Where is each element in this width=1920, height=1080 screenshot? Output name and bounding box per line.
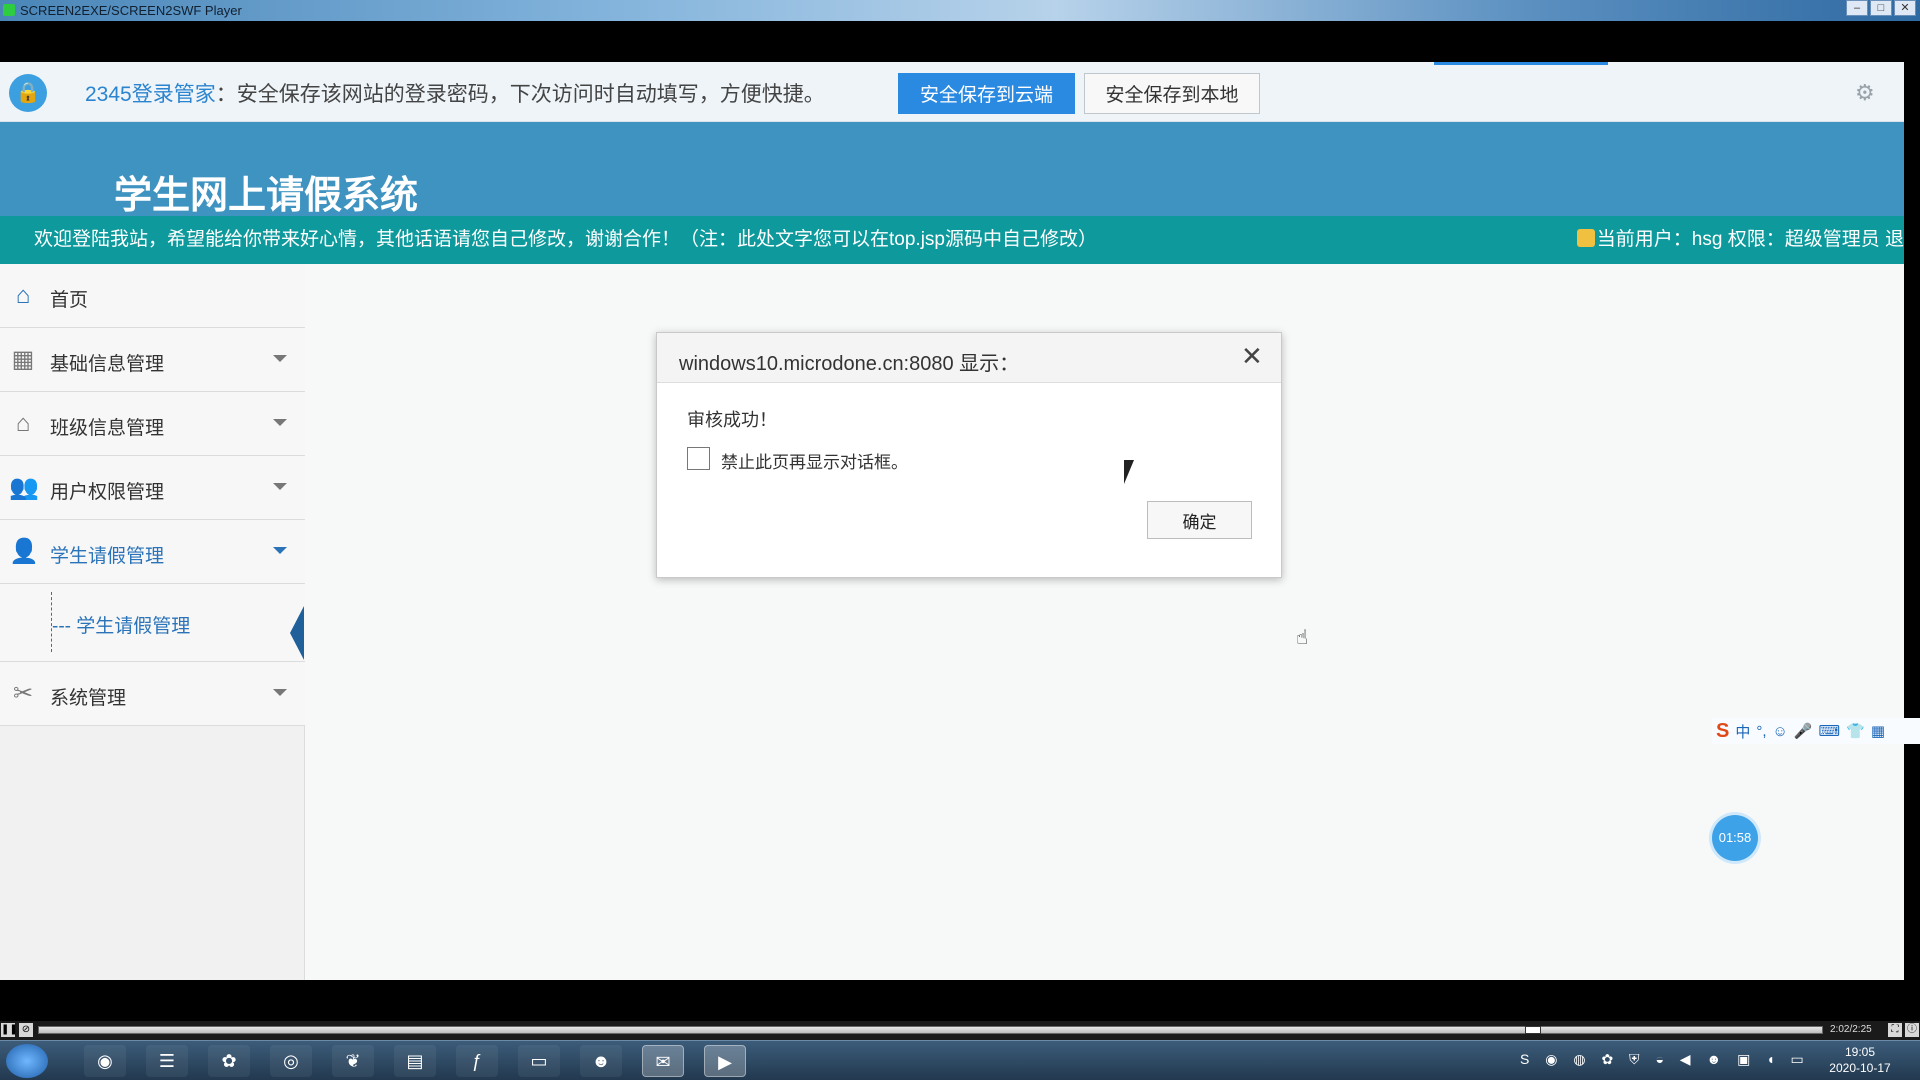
- user-info: 当前用户：hsg 权限：超级管理员 退: [1576, 216, 1904, 264]
- active-marker: [290, 606, 304, 660]
- system-tray[interactable]: S ◉ ◍ ✿ ⛨ ◒ ◀ ☻ ▣ ◖ ▭: [1520, 1051, 1810, 1068]
- hand-pointer-icon: ☝: [1296, 627, 1309, 649]
- player-controls: ❚❚ ⊘ 2:02/2:25 ⛶ ⓘ: [0, 1021, 1920, 1040]
- clock-time: 19:05: [1844, 1045, 1876, 1059]
- sidebar-item-label: 班级信息管理: [50, 418, 165, 439]
- playback-time: 2:02/2:25: [1830, 1024, 1872, 1035]
- sidebar-item-label: 系统管理: [50, 688, 127, 709]
- ime-toolbar[interactable]: S 中 °, ☺ 🎤 ⌨ 👕 ▦: [1712, 718, 1920, 744]
- submenu-item-label: --- 学生请假管理: [52, 616, 191, 637]
- chevron-down-icon: [273, 483, 287, 490]
- user-icon: 👤: [9, 538, 39, 565]
- sidebar: ⌂ 首页 ▦ 基础信息管理 ⌂ 班级信息管理 👥 用户权限管理 👤 学生请假管理: [0, 264, 305, 980]
- ime-mode[interactable]: 中: [1735, 721, 1750, 742]
- alert-dialog: windows10.microdone.cn:8080 显示： ✕ 审核成功！ …: [656, 332, 1282, 578]
- tools-icon: ✂: [12, 680, 34, 707]
- taskbar: ◉ ☰ ✿ ◎ ❦ ▤ ƒ ▭ ☻ ✉ ▶ S ◉ ◍ ✿ ⛨ ◒ ◀ ☻ ▣ …: [0, 1040, 1920, 1080]
- wechat-icon[interactable]: ✉: [642, 1045, 684, 1077]
- close-icon[interactable]: ✕: [1241, 343, 1263, 369]
- recording-timer[interactable]: 01:58: [1712, 815, 1758, 861]
- lock-icon: 🔒: [9, 74, 47, 112]
- close-button[interactable]: ✕: [1894, 0, 1916, 16]
- skin-icon[interactable]: 👕: [1846, 722, 1865, 740]
- app-icon[interactable]: ✿: [208, 1045, 250, 1077]
- fullscreen-icon[interactable]: ⛶: [1888, 1023, 1902, 1037]
- save-to-cloud-button[interactable]: 安全保存到云端: [898, 73, 1075, 114]
- menu-grid-icon[interactable]: ▦: [1871, 722, 1885, 740]
- keyboard-icon[interactable]: ⌨: [1819, 722, 1841, 740]
- clock[interactable]: 19:05 2020-10-17: [1820, 1044, 1900, 1076]
- flash-icon[interactable]: ƒ: [456, 1045, 498, 1077]
- ok-button[interactable]: 确定: [1147, 501, 1252, 539]
- mouse-pointer-icon: [1124, 460, 1134, 484]
- qq-icon[interactable]: ☻: [580, 1045, 622, 1077]
- app-icon[interactable]: ☰: [146, 1045, 188, 1077]
- loading-indicator: [1434, 62, 1608, 65]
- password-manager-message: ：安全保存该网站的登录密码，下次访问时自动填写，方便快捷。: [215, 83, 825, 106]
- dialog-header: windows10.microdone.cn:8080 显示： ✕: [657, 333, 1281, 383]
- minimize-button[interactable]: –: [1846, 0, 1868, 16]
- gear-icon[interactable]: ⚙: [1855, 80, 1875, 106]
- notice-bar: 欢迎登陆我站，希望能给你带来好心情，其他话语请您自己修改，谢谢合作！（注：此处文…: [0, 216, 1904, 264]
- chrome-icon[interactable]: ◉: [84, 1045, 126, 1077]
- home-icon: ⌂: [15, 282, 31, 309]
- player-titlebar: SCREEN2EXE/SCREEN2SWF Player – □ ✕: [0, 0, 1920, 21]
- submenu-item-student-leave[interactable]: --- 学生请假管理: [0, 584, 305, 662]
- sidebar-item-user-permissions[interactable]: 👥 用户权限管理: [0, 456, 305, 520]
- ime-punct[interactable]: °,: [1756, 723, 1766, 740]
- user-info-text: 当前用户：hsg 权限：超级管理员 退: [1596, 229, 1904, 250]
- sidebar-item-label: 基础信息管理: [50, 354, 165, 375]
- chevron-down-icon: [273, 355, 287, 362]
- sidebar-item-student-leave[interactable]: 👤 学生请假管理: [0, 520, 305, 584]
- notepad-icon[interactable]: ▤: [394, 1045, 436, 1077]
- app-icon[interactable]: ❦: [332, 1045, 374, 1077]
- pause-icon[interactable]: ❚❚: [1, 1023, 18, 1037]
- maximize-button[interactable]: □: [1870, 0, 1892, 16]
- grid-icon: ▦: [11, 346, 35, 373]
- save-locally-button[interactable]: 安全保存到本地: [1084, 73, 1260, 114]
- suppress-dialog-label[interactable]: 禁止此页再显示对话框。: [721, 448, 908, 473]
- player-icon[interactable]: ▶: [704, 1045, 746, 1077]
- sidebar-item-home[interactable]: ⌂ 首页: [0, 264, 305, 328]
- app-icon: [3, 4, 15, 16]
- house-icon: ⌂: [15, 410, 31, 437]
- sidebar-item-label: 学生请假管理: [50, 546, 165, 567]
- sidebar-item-system[interactable]: ✂ 系统管理: [0, 662, 305, 726]
- password-manager-bar: 🔒 2345登录管家：安全保存该网站的登录密码，下次访问时自动填写，方便快捷。 …: [0, 62, 1904, 122]
- chevron-down-icon: [273, 547, 287, 554]
- browser-icon[interactable]: ◎: [270, 1045, 312, 1077]
- welcome-text: 欢迎登陆我站，希望能给你带来好心情，其他话语请您自己修改，谢谢合作！（注：此处文…: [34, 229, 1097, 250]
- info-icon[interactable]: ⓘ: [1905, 1023, 1919, 1037]
- browser-content: 🔒 2345登录管家：安全保存该网站的登录密码，下次访问时自动填写，方便快捷。 …: [0, 62, 1904, 980]
- stop-icon[interactable]: ⊘: [19, 1023, 33, 1037]
- users-icon: 👥: [9, 474, 39, 501]
- folder-icon[interactable]: ▭: [518, 1045, 560, 1077]
- password-manager-brand: 2345登录管家: [85, 83, 216, 106]
- seek-bar[interactable]: [38, 1026, 1823, 1034]
- player-title: SCREEN2EXE/SCREEN2SWF Player: [20, 3, 242, 18]
- chevron-down-icon: [273, 689, 287, 696]
- suppress-dialog-checkbox[interactable]: [687, 447, 710, 470]
- emoji-icon[interactable]: ☺: [1773, 723, 1788, 740]
- dialog-message: 审核成功！: [687, 410, 777, 430]
- sogou-icon[interactable]: S: [1716, 720, 1729, 743]
- sidebar-item-class-info[interactable]: ⌂ 班级信息管理: [0, 392, 305, 456]
- user-icon: [1576, 229, 1595, 247]
- page-header: 学生网上请假系统 欢迎登陆我站，希望能给你带来好心情，其他话语请您自己修改，谢谢…: [0, 122, 1904, 278]
- seek-handle[interactable]: [1525, 1026, 1541, 1034]
- header-title-area: 学生网上请假系统: [0, 122, 1904, 217]
- sidebar-item-basic-info[interactable]: ▦ 基础信息管理: [0, 328, 305, 392]
- player-window: SCREEN2EXE/SCREEN2SWF Player – □ ✕ 🔒 234…: [0, 0, 1920, 1080]
- dialog-title: windows10.microdone.cn:8080 显示：: [679, 353, 1020, 375]
- sidebar-item-label: 用户权限管理: [50, 482, 165, 503]
- start-button[interactable]: [6, 1044, 48, 1078]
- microphone-icon[interactable]: 🎤: [1794, 722, 1813, 740]
- system-title: 学生网上请假系统: [114, 173, 419, 217]
- chevron-down-icon: [273, 419, 287, 426]
- sidebar-item-label: 首页: [50, 290, 89, 311]
- clock-date: 2020-10-17: [1829, 1061, 1891, 1075]
